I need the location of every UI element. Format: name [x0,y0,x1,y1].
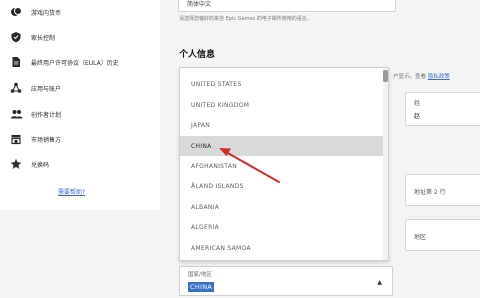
dropdown-option[interactable]: UNITED KINGDOM [180,95,388,115]
dropdown-option-selected[interactable]: CHINA [180,136,388,156]
sidebar-item-creator-program[interactable]: 创作者计划 [0,104,160,124]
sidebar-item-label: 最终用户许可协议（EULA）历史 [31,59,119,67]
dropdown-option[interactable]: AMERICAN SAMOA [180,238,388,258]
sidebar-item-label: 家长控制 [31,34,56,42]
sidebar-item-apps-accounts[interactable]: 应用与账户 [0,78,160,98]
last-name-label: 姓 [414,100,421,107]
dropdown-scrollbar[interactable] [383,68,388,260]
sidebar-item-eula-history[interactable]: 最终用户许可协议（EULA）历史 [0,52,160,72]
last-name-field[interactable]: 姓 赵 [405,92,480,126]
store-icon [9,132,23,146]
privacy-note-text: 户显示。查看 [393,74,427,80]
region-field[interactable]: 地区 [405,219,480,251]
privacy-note: 户显示。查看 隐私政策 [393,72,450,80]
dropdown-option[interactable]: JAPAN [180,115,388,135]
sidebar-item-label: 创作者计划 [31,111,62,119]
sidebar-item-label: 市场销售方 [31,136,62,144]
dropdown-option[interactable]: AFGHANISTAN [180,156,388,176]
dropdown-option[interactable]: UNITED STATES [180,74,388,94]
coin-icon [9,5,23,19]
caret-up-icon: ▲ [377,279,382,286]
address-line2-field[interactable]: 地址第 2 行 [405,174,480,206]
sidebar-item-label: 兑换码 [31,161,50,169]
email-language-select[interactable]: 简体中文 [178,0,396,12]
people-icon [9,107,23,121]
country-label: 国家/地区 [188,272,212,278]
country-value: CHINA [188,282,215,292]
star-icon [9,157,23,171]
apps-icon [9,81,23,95]
email-language-note: 请选择您偏好的来自 Epic Games 的电子邮件使用的语言。 [179,16,312,22]
region-label: 地区 [414,234,427,241]
dropdown-option[interactable]: ALBANIA [180,197,388,217]
document-icon [9,55,23,69]
address-line2-label: 地址第 2 行 [414,189,446,196]
dropdown-option[interactable]: ÅLAND ISLANDS [180,176,388,196]
section-title: 个人信息 [179,50,216,60]
country-select[interactable]: 国家/地区 CHINA ▲ [179,266,393,296]
last-name-value: 赵 [414,113,421,120]
shield-icon [9,30,23,44]
sidebar-item-label: 游戏内货币 [31,9,62,17]
sidebar: 游戏内货币 家长控制 最终用户许可协议（EULA）历史 应用与账户 创作者计划 … [0,0,160,298]
country-dropdown[interactable]: UNITED STATES UNITED KINGDOM JAPAN CHINA… [179,67,389,261]
sidebar-item-parental-control[interactable]: 家长控制 [0,27,160,47]
sidebar-spacer [0,210,160,298]
sidebar-item-label: 应用与账户 [31,85,62,93]
sidebar-item-currency[interactable]: 游戏内货币 [0,2,160,22]
help-link[interactable]: 需要帮助? [58,187,85,196]
dropdown-option[interactable]: ALGERIA [180,217,388,237]
sidebar-item-marketplace-seller[interactable]: 市场销售方 [0,129,160,149]
privacy-policy-link[interactable]: 隐私政策 [428,74,450,80]
email-language-value: 简体中文 [187,1,212,8]
dropdown-scrollbar-thumb[interactable] [383,70,388,82]
sidebar-item-redeem-code[interactable]: 兑换码 [0,154,160,174]
